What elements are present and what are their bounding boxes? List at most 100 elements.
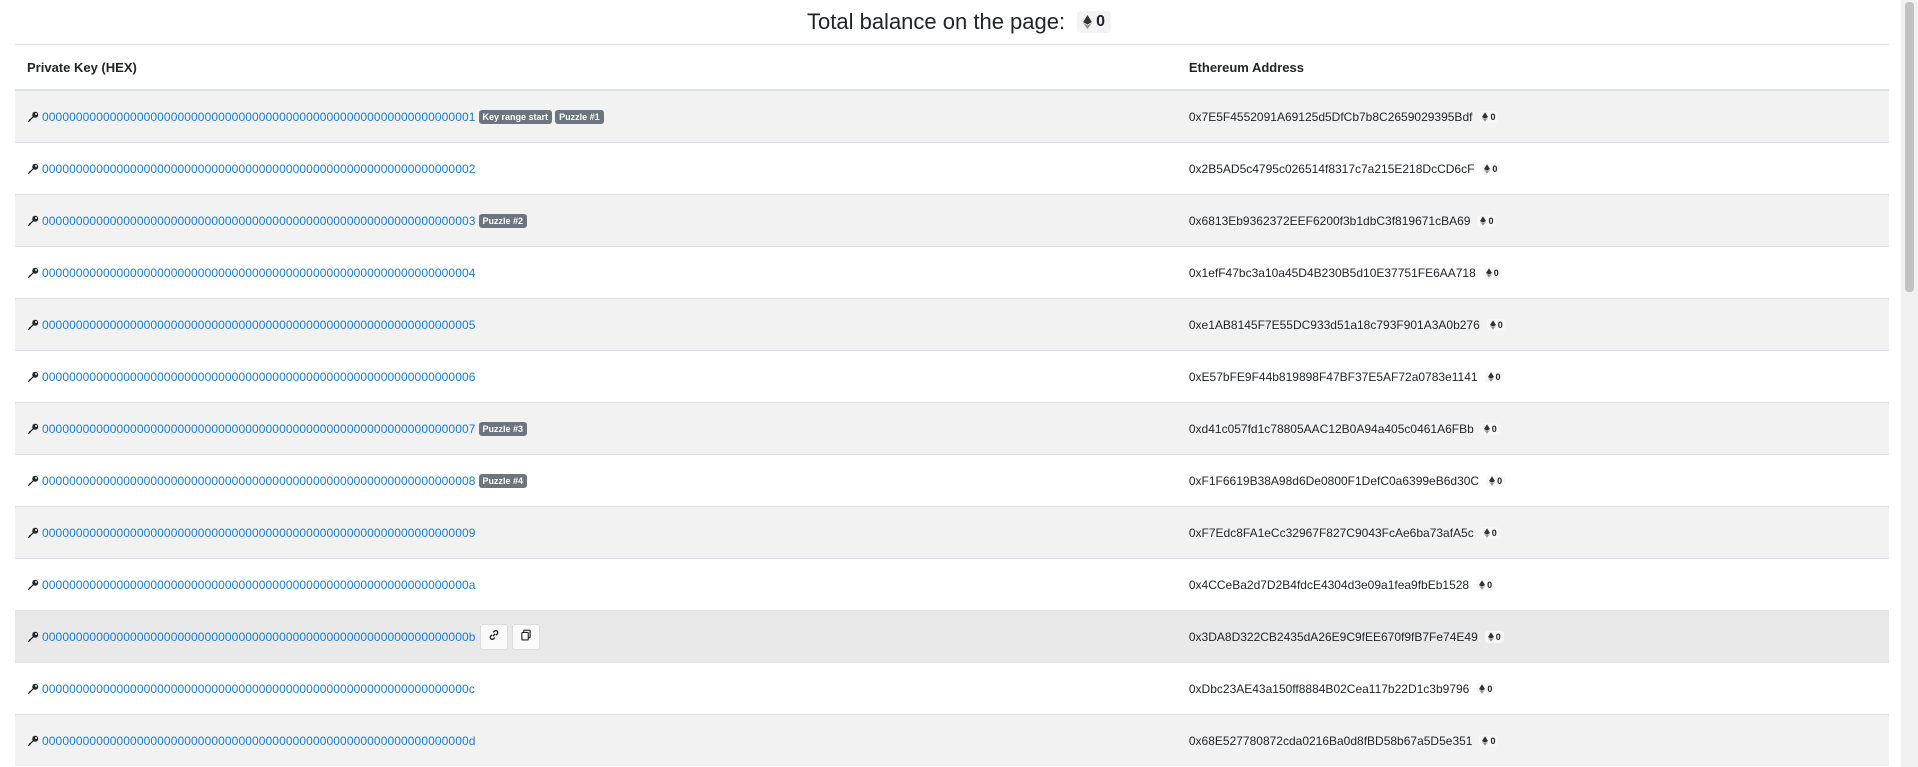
ethereum-address: 0x2B5AD5c4795c026514f8317c7a215E218DcCD6… (1188, 161, 1475, 176)
private-key-link[interactable]: 0000000000000000000000000000000000000000… (42, 630, 476, 644)
table-row: 0000000000000000000000000000000000000000… (15, 194, 1889, 247)
key-tag: Puzzle #4 (478, 473, 528, 488)
key-icon (27, 735, 39, 747)
balance-value: 0 (1493, 267, 1499, 278)
balance-value: 0 (1497, 475, 1503, 486)
private-key-link[interactable]: 0000000000000000000000000000000000000000… (42, 474, 476, 488)
copy-icon (520, 629, 532, 644)
ethereum-address: 0x68E527780872cda0216Ba0d8fBD58b67a5D5e3… (1188, 733, 1473, 748)
private-key-cell: 0000000000000000000000000000000000000000… (15, 350, 1177, 403)
ethereum-icon (1489, 319, 1496, 330)
address-cell: 0x7E5F4552091A69125d5DfCb7b8C2659029395B… (1176, 89, 1889, 143)
page-scrollbar[interactable] (1901, 0, 1918, 767)
private-key-link[interactable]: 0000000000000000000000000000000000000000… (42, 370, 476, 384)
balance-value: 0 (1491, 527, 1497, 538)
table-row: 0000000000000000000000000000000000000000… (15, 402, 1889, 455)
ethereum-address: 0xE57bFE9F44b819898F47BF37E5AF72a0783e11… (1188, 369, 1478, 384)
balance-value: 0 (1495, 371, 1501, 382)
private-key-link[interactable]: 0000000000000000000000000000000000000000… (42, 266, 476, 280)
table-row: 0000000000000000000000000000000000000000… (15, 506, 1889, 559)
key-tag: Puzzle #2 (478, 213, 528, 228)
keys-table: Private Key (HEX) Ethereum Address 00000… (15, 45, 1889, 766)
private-key-link[interactable]: 0000000000000000000000000000000000000000… (42, 422, 476, 436)
copy-link-button[interactable] (479, 623, 508, 650)
key-icon (27, 527, 39, 539)
key-icon (27, 215, 39, 227)
address-cell: 0x4CCeBa2d7D2B4fdcE4304d3e09a1fea9fbEb15… (1176, 558, 1889, 611)
private-key-link[interactable]: 0000000000000000000000000000000000000000… (42, 526, 476, 540)
balance-badge: 0 (1481, 162, 1501, 175)
ethereum-icon (1482, 735, 1489, 746)
table-row: 0000000000000000000000000000000000000000… (15, 298, 1889, 351)
private-key-cell: 0000000000000000000000000000000000000000… (15, 402, 1177, 455)
private-key-cell: 0000000000000000000000000000000000000000… (15, 194, 1177, 247)
ethereum-address: 0xe1AB8145F7E55DC933d51a18c793F901A3A0b2… (1188, 317, 1480, 332)
balance-value: 0 (1491, 423, 1497, 434)
ethereum-icon (1480, 215, 1487, 226)
balance-value: 0 (1495, 631, 1501, 642)
balance-badge: 0 (1486, 474, 1506, 487)
private-key-cell: 0000000000000000000000000000000000000000… (15, 714, 1177, 766)
private-key-cell: 0000000000000000000000000000000000000000… (15, 454, 1177, 507)
balance-badge: 0 (1479, 110, 1499, 123)
table-row: 0000000000000000000000000000000000000000… (15, 142, 1889, 195)
ethereum-address: 0xF7Edc8FA1eCc32967F827C9043FcAe6ba73afA… (1188, 525, 1474, 540)
ethereum-address: 0xF1F6619B38A98d6De0800F1DefC0a6399eB6d3… (1188, 473, 1480, 488)
table-row: 0000000000000000000000000000000000000000… (15, 714, 1889, 766)
private-key-cell: 0000000000000000000000000000000000000000… (15, 662, 1177, 715)
private-key-link[interactable]: 0000000000000000000000000000000000000000… (42, 318, 476, 332)
ethereum-icon (1483, 527, 1490, 538)
key-tag: Puzzle #3 (478, 421, 528, 436)
balance-value: 0 (1490, 111, 1496, 122)
private-key-link[interactable]: 0000000000000000000000000000000000000000… (42, 578, 476, 592)
keys-table-container: Private Key (HEX) Ethereum Address 00000… (15, 44, 1889, 766)
link-icon (488, 629, 500, 644)
key-tag: Puzzle #1 (555, 109, 604, 124)
balance-badge: 0 (1486, 318, 1506, 331)
balance-value: 0 (1487, 579, 1493, 590)
key-icon (27, 111, 39, 123)
table-row: 0000000000000000000000000000000000000000… (15, 558, 1889, 611)
balance-value: 0 (1492, 163, 1498, 174)
ethereum-address: 0xd41c057fd1c78805AAC12B0A94a405c0461A6F… (1188, 421, 1474, 436)
address-cell: 0xF1F6619B38A98d6De0800F1DefC0a6399eB6d3… (1176, 454, 1889, 507)
key-icon (27, 163, 39, 175)
private-key-link[interactable]: 0000000000000000000000000000000000000000… (42, 110, 476, 124)
column-header-ethereum-address: Ethereum Address (1176, 45, 1889, 91)
private-key-cell: 0000000000000000000000000000000000000000… (15, 558, 1177, 611)
table-row: 0000000000000000000000000000000000000000… (15, 454, 1889, 507)
balance-value: 0 (1490, 735, 1496, 746)
key-icon (27, 267, 39, 279)
private-key-link[interactable]: 0000000000000000000000000000000000000000… (42, 734, 476, 748)
total-balance-value: 0 (1096, 13, 1105, 30)
address-cell: 0xe1AB8145F7E55DC933d51a18c793F901A3A0b2… (1176, 298, 1889, 351)
key-icon (27, 631, 39, 643)
table-row: 0000000000000000000000000000000000000000… (15, 350, 1889, 403)
ethereum-icon (1479, 579, 1486, 590)
private-key-link[interactable]: 0000000000000000000000000000000000000000… (42, 162, 476, 176)
address-cell: 0x68E527780872cda0216Ba0d8fBD58b67a5D5e3… (1176, 714, 1889, 766)
key-icon (27, 371, 39, 383)
key-icon (27, 579, 39, 591)
table-row: 0000000000000000000000000000000000000000… (15, 246, 1889, 299)
ethereum-address: 0x4CCeBa2d7D2B4fdcE4304d3e09a1fea9fbEb15… (1188, 577, 1470, 592)
balance-badge: 0 (1480, 422, 1500, 435)
address-cell: 0x1efF47bc3a10a45D4B230B5d10E37751FE6AA7… (1176, 246, 1889, 299)
table-row: 0000000000000000000000000000000000000000… (15, 662, 1889, 715)
column-header-private-key: Private Key (HEX) (15, 45, 1177, 91)
key-icon (27, 683, 39, 695)
address-cell: 0xF7Edc8FA1eCc32967F827C9043FcAe6ba73afA… (1176, 506, 1889, 559)
scrollbar-thumb[interactable] (1905, 2, 1914, 292)
ethereum-icon (1487, 631, 1494, 642)
private-key-link[interactable]: 0000000000000000000000000000000000000000… (42, 682, 475, 696)
balance-badge: 0 (1479, 734, 1499, 747)
balance-badge: 0 (1476, 682, 1496, 695)
private-key-cell: 0000000000000000000000000000000000000000… (15, 610, 1177, 663)
private-key-link[interactable]: 0000000000000000000000000000000000000000… (42, 214, 476, 228)
copy-key-button[interactable] (511, 623, 540, 650)
key-icon (27, 319, 39, 331)
ethereum-icon (1479, 683, 1486, 694)
key-icon (27, 475, 39, 487)
address-cell: 0xDbc23AE43a150ff8884B02Cea117b22D1c3b97… (1176, 662, 1889, 715)
ethereum-icon (1083, 15, 1092, 29)
